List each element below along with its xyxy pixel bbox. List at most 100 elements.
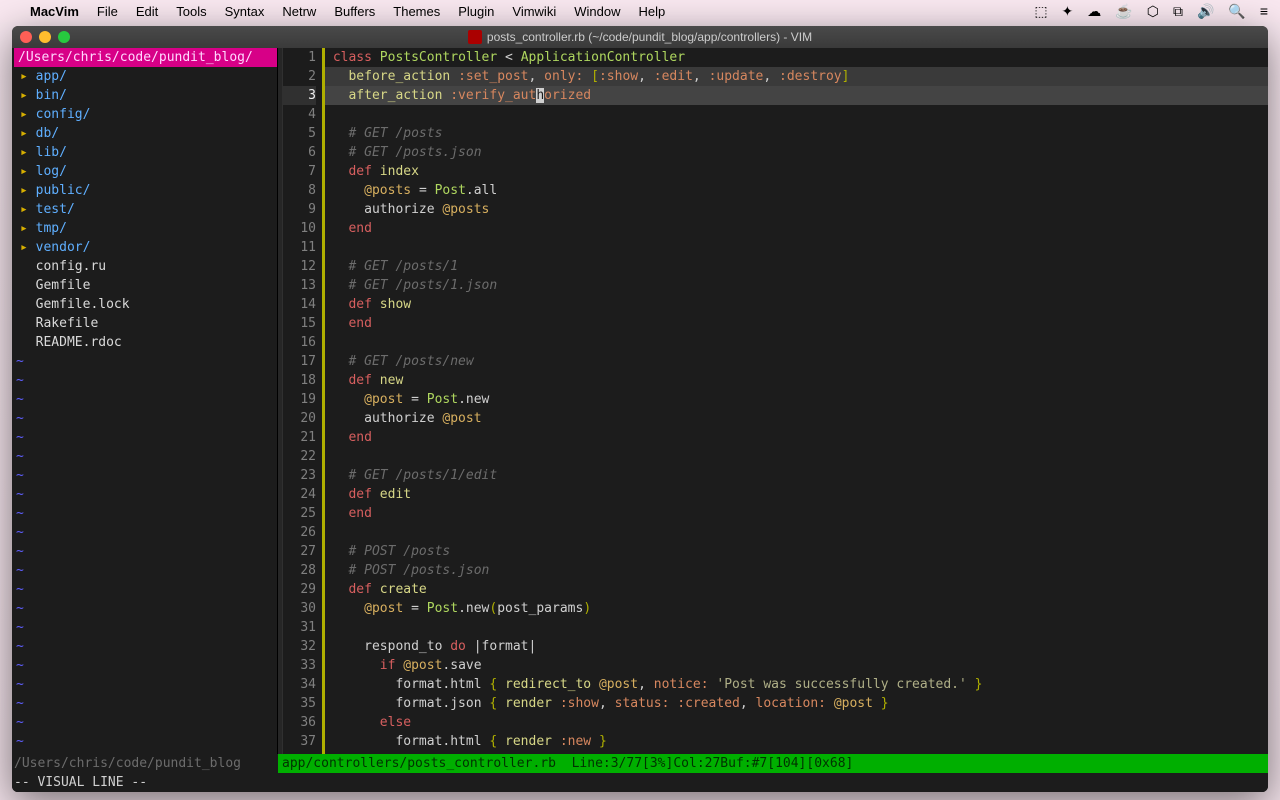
menu-syntax[interactable]: Syntax xyxy=(225,4,265,19)
menu-themes[interactable]: Themes xyxy=(393,4,440,19)
line-number: 20 xyxy=(283,409,316,428)
tree-dir[interactable]: ▸ app/ xyxy=(14,67,277,86)
line-number: 11 xyxy=(283,238,316,257)
cloud-icon[interactable]: ☁ xyxy=(1087,3,1101,20)
code-line[interactable]: respond_to do |format| xyxy=(325,637,1268,656)
empty-line-tilde: ~ xyxy=(14,542,277,561)
empty-line-tilde: ~ xyxy=(14,466,277,485)
code-line[interactable]: # POST /posts.json xyxy=(325,561,1268,580)
tree-dir[interactable]: ▸ vendor/ xyxy=(14,238,277,257)
empty-line-tilde: ~ xyxy=(14,637,277,656)
code-line[interactable] xyxy=(325,105,1268,124)
menu-help[interactable]: Help xyxy=(638,4,665,19)
code-line[interactable]: def show xyxy=(325,295,1268,314)
code-line[interactable]: format.json { render :show, status: :cre… xyxy=(325,694,1268,713)
tree-file[interactable]: Rakefile xyxy=(14,314,277,333)
code-line[interactable]: # GET /posts/1.json xyxy=(325,276,1268,295)
window-close-icon[interactable] xyxy=(20,31,32,43)
code-line[interactable]: # GET /posts/1/edit xyxy=(325,466,1268,485)
code-line[interactable]: end xyxy=(325,219,1268,238)
menu-window[interactable]: Window xyxy=(574,4,620,19)
file-explorer-sidebar[interactable]: /Users/chris/code/pundit_blog/ ▸ app/▸ b… xyxy=(12,48,278,754)
line-number: 19 xyxy=(283,390,316,409)
tree-dir[interactable]: ▸ config/ xyxy=(14,105,277,124)
volume-icon[interactable]: 🔊 xyxy=(1197,3,1214,20)
line-number: 30 xyxy=(283,599,316,618)
spotlight-icon[interactable]: 🔍 xyxy=(1228,3,1245,20)
code-line[interactable]: end xyxy=(325,428,1268,447)
app-menu[interactable]: MacVim xyxy=(30,4,79,19)
statusline-area: /Users/chris/code/pundit_blog app/contro… xyxy=(12,754,1268,792)
tree-dir[interactable]: ▸ tmp/ xyxy=(14,219,277,238)
menu-file[interactable]: File xyxy=(97,4,118,19)
code-line[interactable]: @post = Post.new(post_params) xyxy=(325,599,1268,618)
command-line[interactable]: -- VISUAL LINE -- xyxy=(12,773,1268,792)
line-number: 2 xyxy=(283,67,316,86)
wifi-icon[interactable]: ⧉ xyxy=(1173,3,1183,20)
window-titlebar[interactable]: posts_controller.rb (~/code/pundit_blog/… xyxy=(12,26,1268,48)
code-line[interactable]: # POST /posts xyxy=(325,542,1268,561)
menu-netrw[interactable]: Netrw xyxy=(282,4,316,19)
tree-dir[interactable]: ▸ db/ xyxy=(14,124,277,143)
code-area[interactable]: class PostsController < ApplicationContr… xyxy=(325,48,1268,754)
notifications-icon[interactable]: ✦ xyxy=(1062,3,1074,20)
code-line[interactable] xyxy=(325,447,1268,466)
tree-dir[interactable]: ▸ bin/ xyxy=(14,86,277,105)
code-line[interactable]: format.html { render :new } xyxy=(325,732,1268,751)
tree-file[interactable]: config.ru xyxy=(14,257,277,276)
code-line[interactable]: # GET /posts xyxy=(325,124,1268,143)
line-number: 5 xyxy=(283,124,316,143)
window-minimize-icon[interactable] xyxy=(39,31,51,43)
sidebar-path: /Users/chris/code/pundit_blog/ xyxy=(14,48,277,67)
tree-dir[interactable]: ▸ test/ xyxy=(14,200,277,219)
tree-file[interactable]: README.rdoc xyxy=(14,333,277,352)
app-icon[interactable]: ☕ xyxy=(1115,3,1132,20)
tree-dir[interactable]: ▸ log/ xyxy=(14,162,277,181)
line-number: 27 xyxy=(283,542,316,561)
screen-record-icon[interactable]: ⬚ xyxy=(1034,3,1047,20)
line-number: 23 xyxy=(283,466,316,485)
editor-pane[interactable]: 1234567891011121314151617181920212223242… xyxy=(278,48,1268,754)
line-number: 12 xyxy=(283,257,316,276)
tree-dir[interactable]: ▸ lib/ xyxy=(14,143,277,162)
code-line[interactable]: # GET /posts/new xyxy=(325,352,1268,371)
tree-file[interactable]: Gemfile xyxy=(14,276,277,295)
code-line[interactable]: else xyxy=(325,713,1268,732)
menu-vimwiki[interactable]: Vimwiki xyxy=(512,4,556,19)
empty-line-tilde: ~ xyxy=(14,371,277,390)
code-line[interactable]: @post = Post.new xyxy=(325,390,1268,409)
code-line[interactable]: after_action :verify_authorized xyxy=(325,86,1268,105)
code-line[interactable]: # GET /posts.json xyxy=(325,143,1268,162)
code-line[interactable]: if @post.save xyxy=(325,656,1268,675)
code-line[interactable]: def index xyxy=(325,162,1268,181)
tree-file[interactable]: Gemfile.lock xyxy=(14,295,277,314)
menu-tools[interactable]: Tools xyxy=(176,4,206,19)
code-line[interactable]: class PostsController < ApplicationContr… xyxy=(325,48,1268,67)
menu-plugin[interactable]: Plugin xyxy=(458,4,494,19)
menu-edit[interactable]: Edit xyxy=(136,4,158,19)
code-line[interactable]: end xyxy=(325,314,1268,333)
code-line[interactable] xyxy=(325,618,1268,637)
statusline-main: app/controllers/posts_controller.rb Line… xyxy=(278,754,1268,773)
code-line[interactable]: authorize @post xyxy=(325,409,1268,428)
dropbox-icon[interactable]: ⬡ xyxy=(1147,3,1159,20)
code-line[interactable]: # GET /posts/1 xyxy=(325,257,1268,276)
empty-line-tilde: ~ xyxy=(14,599,277,618)
code-line[interactable]: before_action :set_post, only: [:show, :… xyxy=(325,67,1268,86)
tree-dir[interactable]: ▸ public/ xyxy=(14,181,277,200)
code-line[interactable]: def edit xyxy=(325,485,1268,504)
window-zoom-icon[interactable] xyxy=(58,31,70,43)
line-number: 13 xyxy=(283,276,316,295)
code-line[interactable] xyxy=(325,523,1268,542)
code-line[interactable]: end xyxy=(325,504,1268,523)
code-line[interactable] xyxy=(325,333,1268,352)
code-line[interactable] xyxy=(325,238,1268,257)
code-line[interactable]: @posts = Post.all xyxy=(325,181,1268,200)
code-line[interactable]: def create xyxy=(325,580,1268,599)
empty-line-tilde: ~ xyxy=(14,390,277,409)
menu-extras-icon[interactable]: ≡ xyxy=(1260,3,1268,19)
code-line[interactable]: def new xyxy=(325,371,1268,390)
code-line[interactable]: authorize @posts xyxy=(325,200,1268,219)
code-line[interactable]: format.html { redirect_to @post, notice:… xyxy=(325,675,1268,694)
menu-buffers[interactable]: Buffers xyxy=(334,4,375,19)
